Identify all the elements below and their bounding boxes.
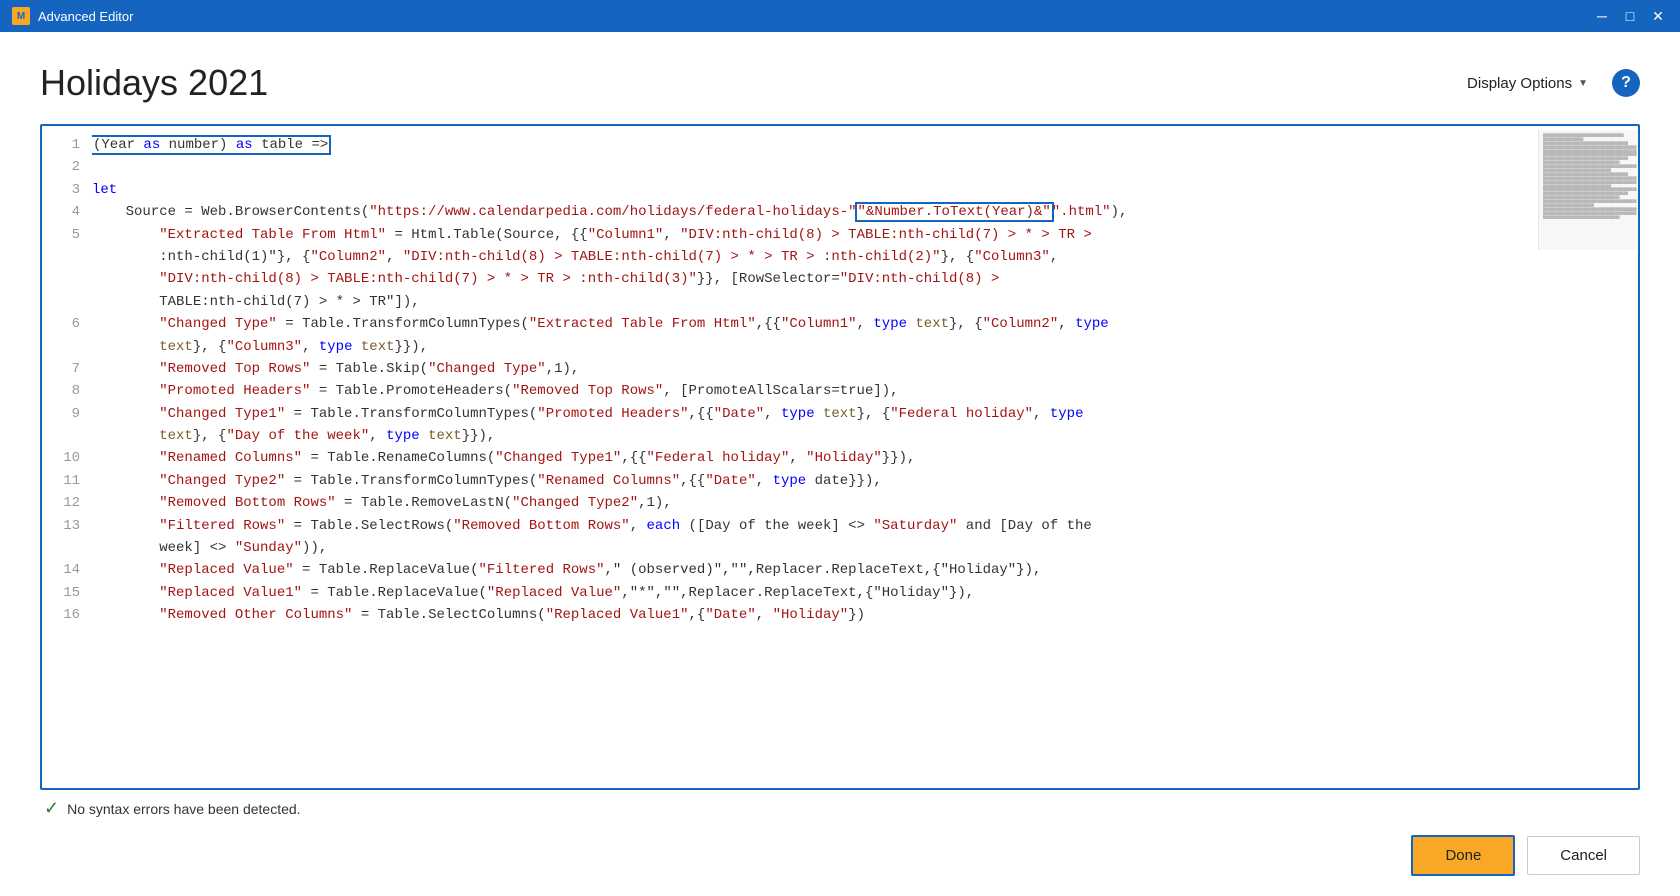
minimap: ██████████████████████████████████████ █… bbox=[1538, 130, 1638, 250]
maximize-button[interactable]: □ bbox=[1620, 6, 1640, 26]
minimize-button[interactable]: ─ bbox=[1592, 6, 1612, 26]
help-button[interactable]: ? bbox=[1612, 69, 1640, 97]
code-editor[interactable]: 1 2 3 4 5 6 7 8 9 10 11 12 13 14 bbox=[40, 124, 1640, 790]
done-button[interactable]: Done bbox=[1411, 835, 1515, 876]
status-bar: ✓ No syntax errors have been detected. bbox=[40, 790, 1640, 823]
page-title: Holidays 2021 bbox=[40, 62, 268, 104]
top-right-controls: Display Options ▼ ? bbox=[1459, 69, 1640, 97]
display-options-label: Display Options bbox=[1467, 75, 1572, 92]
help-icon: ? bbox=[1621, 74, 1631, 92]
cancel-button[interactable]: Cancel bbox=[1527, 836, 1640, 875]
title-bar-controls: ─ □ ✕ bbox=[1592, 6, 1668, 26]
title-bar: M Advanced Editor ─ □ ✕ bbox=[0, 0, 1680, 32]
close-button[interactable]: ✕ bbox=[1648, 6, 1668, 26]
main-content: Holidays 2021 Display Options ▼ ? 1 2 3 … bbox=[0, 32, 1680, 896]
status-message: No syntax errors have been detected. bbox=[67, 801, 300, 817]
code-content[interactable]: (Year as number) as table => let Source … bbox=[92, 134, 1638, 780]
line-numbers: 1 2 3 4 5 6 7 8 9 10 11 12 13 14 bbox=[42, 134, 92, 780]
bottom-row: Done Cancel bbox=[40, 823, 1640, 876]
syntax-check-icon: ✓ bbox=[44, 798, 59, 819]
title-bar-title: Advanced Editor bbox=[38, 9, 1592, 24]
app-icon: M bbox=[12, 7, 30, 25]
top-row: Holidays 2021 Display Options ▼ ? bbox=[40, 62, 1640, 104]
chevron-down-icon: ▼ bbox=[1578, 78, 1588, 89]
display-options-button[interactable]: Display Options ▼ bbox=[1459, 71, 1596, 96]
editor-body[interactable]: 1 2 3 4 5 6 7 8 9 10 11 12 13 14 bbox=[42, 126, 1638, 788]
